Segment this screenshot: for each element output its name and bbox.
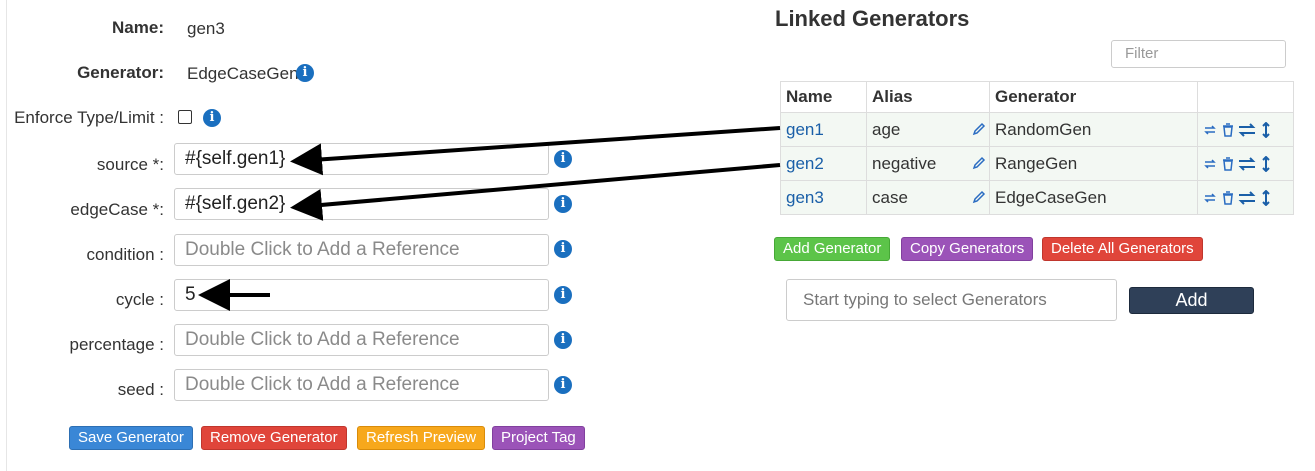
column-name[interactable]: Name (780, 81, 867, 113)
move-horizontal-icon[interactable] (1238, 191, 1256, 205)
row-actions (1197, 112, 1294, 147)
column-actions (1197, 81, 1294, 113)
move-vertical-icon[interactable] (1261, 189, 1271, 207)
row-alias: case (872, 187, 908, 207)
linked-generators-table: Name Alias Generator gen1 age RandomGen … (780, 81, 1294, 215)
percentage-info-icon[interactable]: i (554, 331, 572, 349)
cycle-input[interactable]: 5 (174, 279, 549, 311)
condition-input[interactable]: Double Click to Add a Reference (174, 234, 549, 266)
generator-info-icon[interactable]: i (296, 64, 314, 82)
condition-label: condition : (86, 245, 165, 264)
name-label: Name: (112, 18, 164, 37)
row-alias-cell[interactable]: negative (866, 146, 990, 181)
row-name-link[interactable]: gen3 (780, 180, 867, 215)
row-generator: RangeGen (989, 146, 1198, 181)
swap-icon[interactable] (1203, 157, 1217, 171)
source-info-icon[interactable]: i (554, 150, 572, 168)
row-generator: RandomGen (989, 112, 1198, 147)
row-name-link[interactable]: gen2 (780, 146, 867, 181)
move-horizontal-icon[interactable] (1238, 157, 1256, 171)
generator-search-input[interactable]: Start typing to select Generators (786, 279, 1117, 321)
generator-label: Generator: (77, 63, 164, 82)
percentage-input[interactable]: Double Click to Add a Reference (174, 324, 549, 356)
generator-value: EdgeCaseGen (187, 64, 299, 83)
row-actions (1197, 180, 1294, 215)
row-generator: EdgeCaseGen (989, 180, 1198, 215)
refresh-preview-button[interactable]: Refresh Preview (357, 426, 486, 450)
source-input[interactable]: #{self.gen1} (174, 143, 549, 175)
filter-input[interactable]: Filter (1111, 40, 1286, 68)
enforce-label: Enforce Type/Limit : (14, 108, 164, 127)
table-row: gen1 age RandomGen (780, 112, 1294, 147)
seed-info-icon[interactable]: i (554, 376, 572, 394)
edgecase-label: edgeCase *: (70, 200, 164, 219)
enforce-checkbox[interactable] (178, 110, 192, 124)
edgecase-info-icon[interactable]: i (554, 195, 572, 213)
swap-icon[interactable] (1203, 123, 1217, 137)
copy-generators-button[interactable]: Copy Generators (901, 237, 1034, 261)
table-row: gen3 case EdgeCaseGen (780, 180, 1294, 215)
percentage-label: percentage : (69, 335, 164, 354)
enforce-info-icon[interactable]: i (203, 109, 221, 127)
remove-generator-button[interactable]: Remove Generator (201, 426, 347, 450)
table-header-row: Name Alias Generator (780, 81, 1294, 113)
row-name-link[interactable]: gen1 (780, 112, 867, 147)
seed-input[interactable]: Double Click to Add a Reference (174, 369, 549, 401)
condition-info-icon[interactable]: i (554, 240, 572, 258)
column-generator[interactable]: Generator (989, 81, 1198, 113)
trash-icon[interactable] (1222, 191, 1234, 205)
source-label: source *: (96, 155, 164, 174)
delete-all-generators-button[interactable]: Delete All Generators (1042, 237, 1203, 261)
name-value: gen3 (187, 19, 225, 38)
row-alias-cell[interactable]: age (866, 112, 990, 147)
move-horizontal-icon[interactable] (1238, 123, 1256, 137)
edit-pencil-icon[interactable] (971, 155, 987, 171)
table-row: gen2 negative RangeGen (780, 146, 1294, 181)
cycle-info-icon[interactable]: i (554, 286, 572, 304)
row-alias: age (872, 119, 901, 139)
move-vertical-icon[interactable] (1261, 121, 1271, 139)
row-alias-cell[interactable]: case (866, 180, 990, 215)
swap-icon[interactable] (1203, 191, 1217, 205)
add-button[interactable]: Add (1129, 287, 1254, 314)
edit-pencil-icon[interactable] (971, 121, 987, 137)
save-generator-button[interactable]: Save Generator (69, 426, 193, 450)
project-tag-button[interactable]: Project Tag (492, 426, 585, 450)
edit-pencil-icon[interactable] (971, 189, 987, 205)
row-alias: negative (872, 153, 937, 173)
row-actions (1197, 146, 1294, 181)
column-alias[interactable]: Alias (866, 81, 990, 113)
seed-label: seed : (117, 380, 164, 399)
linked-generators-title: Linked Generators (775, 6, 970, 31)
cycle-label: cycle : (115, 290, 164, 309)
edgecase-input[interactable]: #{self.gen2} (174, 188, 549, 220)
add-generator-button[interactable]: Add Generator (774, 237, 891, 261)
move-vertical-icon[interactable] (1261, 155, 1271, 173)
trash-icon[interactable] (1222, 123, 1234, 137)
trash-icon[interactable] (1222, 157, 1234, 171)
